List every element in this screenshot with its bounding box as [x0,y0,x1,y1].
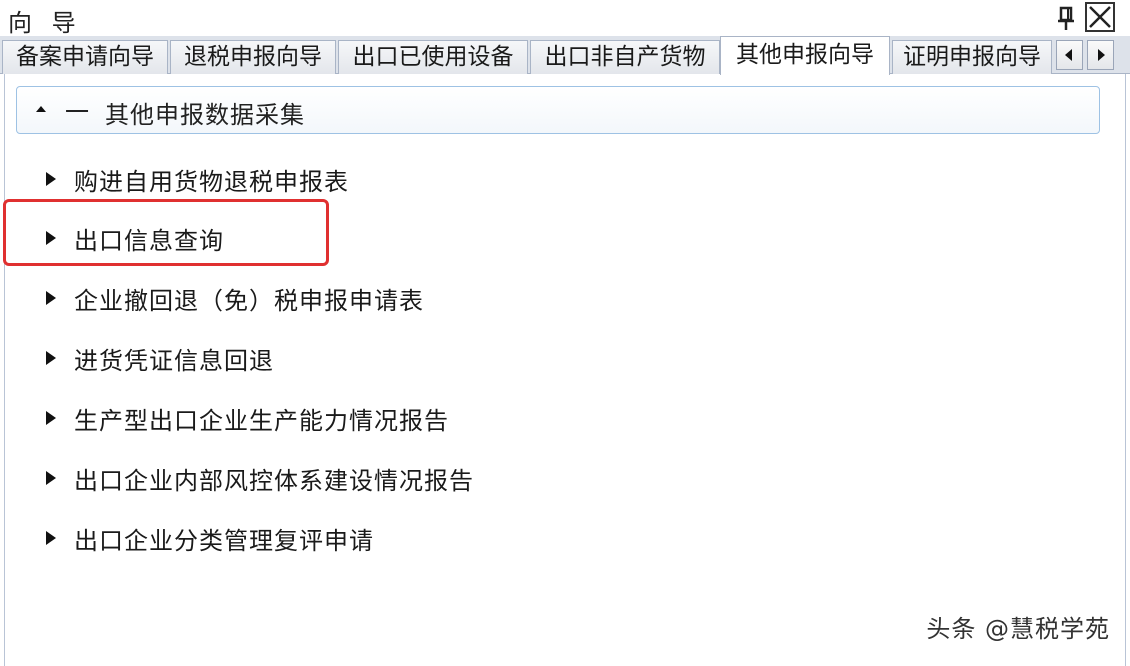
tab-tuishui[interactable]: 退税申报向导 [170,40,336,74]
list-item-classification-review[interactable]: 出口企业分类管理复评申请 [36,519,596,559]
window-title: 向 导 [8,9,82,37]
list-item-risk-control-report[interactable]: 出口企业内部风控体系建设情况报告 [36,459,596,499]
watermark-text: 头条 @慧税学苑 [926,615,1110,643]
close-icon [1089,6,1111,28]
expand-arrow-icon [44,288,58,308]
tab-other-declaration[interactable]: 其他申报向导 [720,36,890,75]
group-dash: 一 [65,98,89,126]
tab-used-equipment[interactable]: 出口已使用设备 [338,40,528,74]
expand-arrow-icon [44,528,58,548]
title-bar: 向 导 [0,0,1130,37]
triangle-left-icon [1065,49,1072,61]
list-item-label: 进货凭证信息回退 [74,347,274,375]
tab-strip: 备案申请向导 退税申报向导 出口已使用设备 出口非自产货物 其他申报向导 证明申… [0,36,1130,75]
list-item-production-capacity-report[interactable]: 生产型出口企业生产能力情况报告 [36,399,596,439]
tab-certificate[interactable]: 证明申报向导 [892,40,1052,74]
close-button[interactable] [1085,2,1115,32]
highlight-box [3,199,329,266]
pin-icon[interactable] [1052,4,1080,32]
list-item-label: 购进自用货物退税申报表 [74,168,349,196]
tab-scroll-left-button[interactable] [1056,40,1083,70]
list-item-purchase-voucher-rollback[interactable]: 进货凭证信息回退 [36,339,596,379]
group-header-other-data-collection[interactable]: 一 其他申报数据采集 [16,86,1100,134]
list-item-self-use-goods-refund[interactable]: 购进自用货物退税申报表 [36,160,596,200]
tab-beian[interactable]: 备案申请向导 [2,40,168,74]
expand-arrow-icon [44,408,58,428]
expand-arrow-icon [44,348,58,368]
list-item-label: 出口企业分类管理复评申请 [74,527,374,555]
collapse-caret-icon[interactable] [33,101,49,117]
list-item-withdraw-refund-application[interactable]: 企业撤回退（免）税申报申请表 [36,279,596,319]
tab-scroll-right-button[interactable] [1087,40,1114,70]
list-item-label: 生产型出口企业生产能力情况报告 [74,407,449,435]
group-label: 其他申报数据采集 [105,101,305,129]
list-item-label: 出口企业内部风控体系建设情况报告 [74,467,474,495]
expand-arrow-icon [44,468,58,488]
tab-non-self-goods[interactable]: 出口非自产货物 [530,40,720,74]
triangle-right-icon [1098,49,1105,61]
list-item-label: 企业撤回退（免）税申报申请表 [74,287,424,315]
expand-arrow-icon [44,169,58,189]
